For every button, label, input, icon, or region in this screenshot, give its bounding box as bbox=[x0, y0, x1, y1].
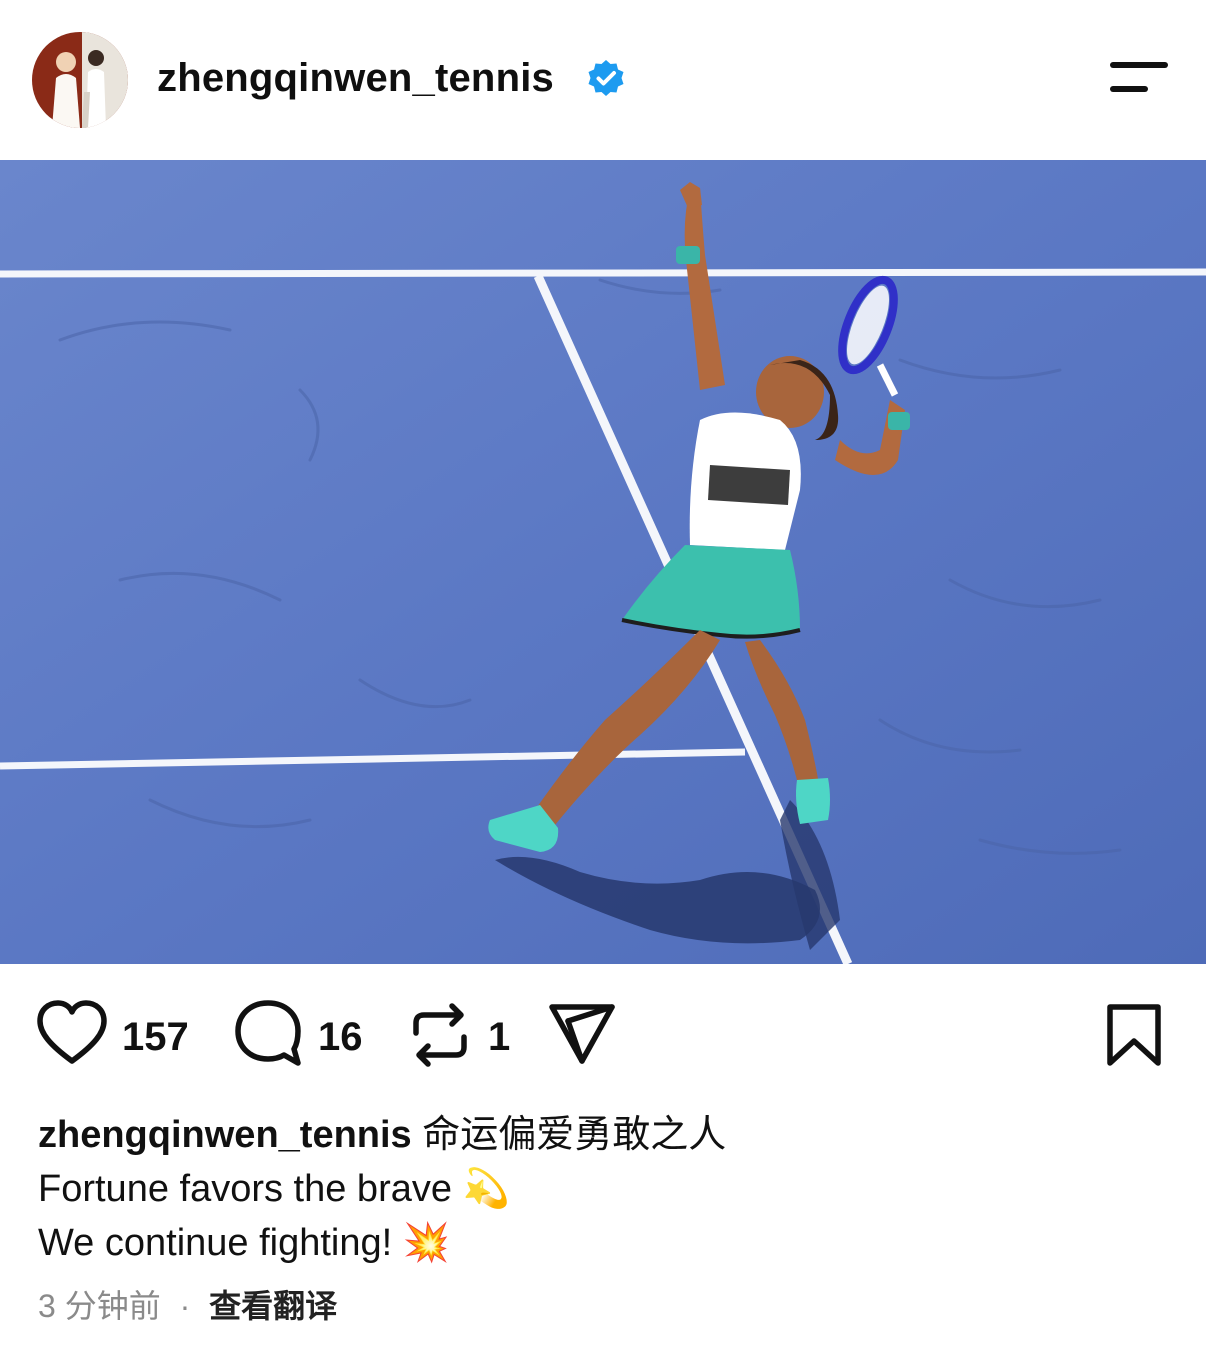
see-translation-link[interactable]: 查看翻译 bbox=[209, 1288, 337, 1324]
verified-badge-icon bbox=[586, 58, 626, 98]
post-photo[interactable] bbox=[0, 160, 1206, 964]
comment-bubble-icon[interactable] bbox=[232, 995, 304, 1085]
post-timestamp: 3 分钟前 bbox=[38, 1288, 161, 1324]
post-actions: 157 16 1 bbox=[0, 995, 1206, 1085]
bookmark-icon[interactable] bbox=[1104, 995, 1164, 1085]
caption-line-1: zhengqinwen_tennis 命运偏爱勇敢之人 bbox=[38, 1108, 1178, 1162]
post-meta: 3 分钟前 · 查看翻译 bbox=[38, 1284, 337, 1328]
post-header: zhengqinwen_tennis bbox=[0, 0, 1206, 160]
caption-text-line3: We continue fighting! bbox=[38, 1222, 393, 1264]
meta-separator: · bbox=[179, 1288, 191, 1324]
collision-emoji: 💥 bbox=[402, 1222, 451, 1264]
caption-line-2: Fortune favors the brave 💫 bbox=[38, 1162, 1178, 1216]
profile-username[interactable]: zhengqinwen_tennis bbox=[157, 52, 554, 104]
send-icon[interactable] bbox=[546, 995, 618, 1085]
caption-line-3: We continue fighting! 💥 bbox=[38, 1216, 1178, 1270]
caption-text-chinese: 命运偏爱勇敢之人 bbox=[422, 1114, 727, 1156]
repost-count: 1 bbox=[488, 1015, 511, 1059]
caption-text-line2: Fortune favors the brave bbox=[38, 1168, 452, 1210]
comment-count: 16 bbox=[318, 1015, 363, 1059]
menu-icon[interactable] bbox=[1106, 60, 1172, 100]
avatar[interactable] bbox=[32, 32, 128, 128]
dizzy-emoji: 💫 bbox=[462, 1168, 510, 1210]
like-count: 157 bbox=[122, 1015, 189, 1059]
heart-icon[interactable] bbox=[36, 995, 108, 1085]
repost-icon[interactable] bbox=[408, 995, 472, 1085]
post-caption: zhengqinwen_tennis 命运偏爱勇敢之人 Fortune favo… bbox=[38, 1108, 1178, 1270]
caption-username[interactable]: zhengqinwen_tennis bbox=[38, 1114, 412, 1156]
